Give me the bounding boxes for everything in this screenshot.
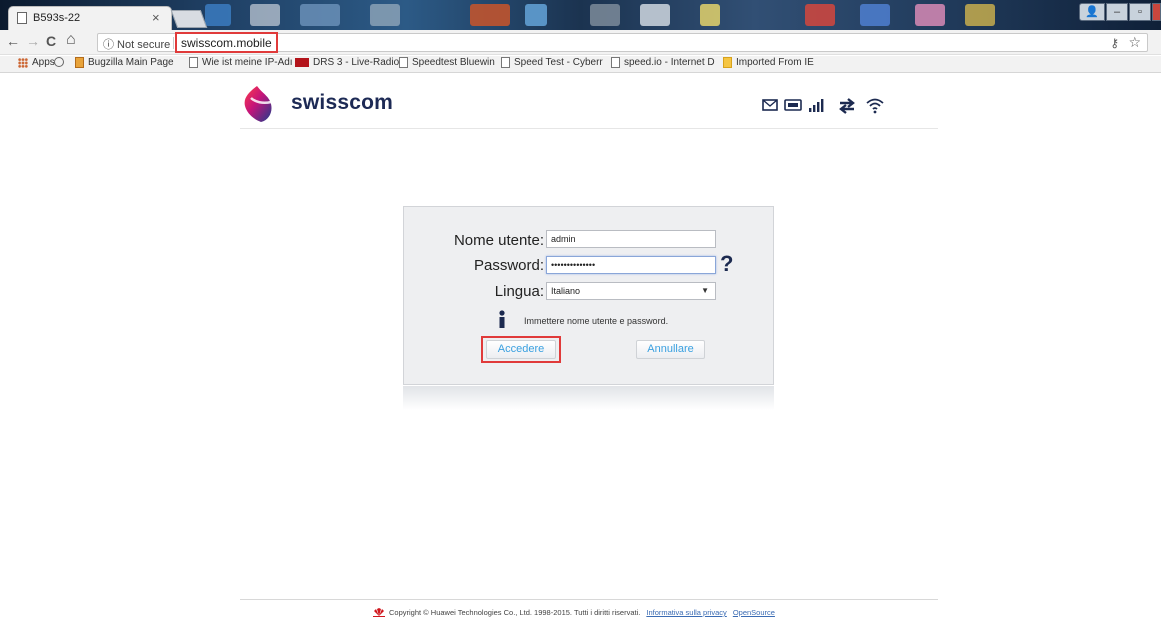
huawei-logo-icon <box>373 608 385 617</box>
bookmark-label: Speed Test - Cyberr <box>514 57 603 68</box>
bookmark-label: Apps <box>32 57 55 68</box>
swisscom-logo-icon <box>244 86 272 122</box>
opensource-link[interactable]: OpenSource <box>733 608 775 617</box>
taskbar-decoration <box>470 4 510 26</box>
language-value: Italiano <box>551 286 581 296</box>
bookmark-history[interactable] <box>54 57 68 67</box>
page-icon <box>611 57 620 68</box>
bookmark-label: DRS 3 - Live-Radio <box>313 57 400 68</box>
reload-icon[interactable]: C <box>46 33 56 49</box>
history-icon <box>54 57 64 67</box>
signal-icon <box>809 99 824 112</box>
address-bar[interactable]: ⓘ Not secure swisscom.mobile ⚷ ☆ <box>97 32 1148 53</box>
forward-icon[interactable]: → <box>26 33 40 49</box>
usb-icon <box>784 99 802 111</box>
language-select[interactable]: Italiano ▼ <box>546 282 716 300</box>
taskbar-decoration <box>805 4 835 26</box>
tab-title: B593s-22 <box>33 12 81 24</box>
swisscom-logo: swisscom <box>241 84 393 124</box>
bookmark-ip[interactable]: Wie ist meine IP-Adı <box>189 57 293 68</box>
apps-grid-icon <box>18 57 28 68</box>
panel-shadow <box>403 386 774 410</box>
folder-icon <box>723 57 732 68</box>
new-tab-button[interactable] <box>170 10 208 28</box>
mail-icon[interactable] <box>762 98 778 112</box>
privacy-link[interactable]: Informativa sulla privacy <box>646 608 726 617</box>
bookmark-label: Imported From IE <box>736 57 814 68</box>
window-titlebar: B593s-22 × 👤 – ▫ <box>0 0 1161 30</box>
password-label: Password: <box>473 257 544 274</box>
copyright-text: Copyright © Huawei Technologies Co., Ltd… <box>389 608 641 617</box>
chevron-down-icon: ▼ <box>701 286 709 295</box>
taskbar-decoration <box>370 4 400 26</box>
taskbar-decoration <box>915 4 945 26</box>
taskbar-decoration <box>525 4 547 26</box>
minimize-button[interactable]: – <box>1106 3 1128 21</box>
footer-divider <box>240 599 938 600</box>
url-text[interactable]: swisscom.mobile <box>175 32 278 53</box>
header-divider <box>240 128 938 129</box>
taskbar-decoration <box>590 4 620 26</box>
bookmark-bugzilla[interactable]: Bugzilla Main Page <box>75 57 174 68</box>
taskbar-decoration <box>300 4 340 26</box>
brand-name: swisscom <box>291 91 393 114</box>
cancel-button[interactable]: Annullare <box>636 340 705 359</box>
taskbar-decoration <box>640 4 670 26</box>
help-icon[interactable]: ? <box>720 251 733 277</box>
login-panel: Nome utente: admin Password: •••••••••••… <box>403 206 774 385</box>
bookmark-speed-io[interactable]: speed.io - Internet D <box>611 57 715 68</box>
page-icon <box>399 57 408 68</box>
srf-icon <box>295 58 309 67</box>
bookmark-apps[interactable]: Apps <box>18 57 55 68</box>
close-window-button[interactable] <box>1152 3 1161 21</box>
taskbar-decoration <box>205 4 231 26</box>
password-input[interactable]: •••••••••••••• <box>546 256 716 274</box>
page-icon <box>189 57 198 68</box>
bookmarks-bar: Apps Bugzilla Main Page Wie ist meine IP… <box>0 56 1161 73</box>
maximize-button[interactable]: ▫ <box>1129 3 1151 21</box>
language-label: Lingua: <box>494 283 544 300</box>
not-secure-indicator[interactable]: ⓘ Not secure <box>103 36 170 52</box>
page-icon <box>17 12 27 24</box>
divider <box>173 37 174 49</box>
taskbar-decoration <box>250 4 280 26</box>
bookmark-label: Bugzilla Main Page <box>88 57 174 68</box>
data-transfer-icon <box>839 98 855 114</box>
bookmark-label: speed.io - Internet D <box>624 57 715 68</box>
key-icon[interactable]: ⚷ <box>1110 36 1119 50</box>
close-tab-icon[interactable]: × <box>152 10 160 25</box>
bookmark-speed-test-cyber[interactable]: Speed Test - Cyberr <box>501 57 603 68</box>
browser-toolbar: ← → C ⌂ ⓘ Not secure swisscom.mobile ⚷ ☆ <box>0 30 1161 55</box>
home-icon[interactable]: ⌂ <box>66 31 76 49</box>
bookmark-label: Wie ist meine IP-Adı <box>202 57 293 68</box>
bugzilla-icon <box>75 57 84 68</box>
bookmark-imported-ie[interactable]: Imported From IE <box>723 57 814 68</box>
bookmark-drs3[interactable]: DRS 3 - Live-Radio <box>295 57 399 68</box>
profile-icon[interactable]: 👤 <box>1079 3 1105 21</box>
taskbar-decoration <box>700 4 720 26</box>
info-icon <box>499 310 505 328</box>
bookmark-label: Speedtest Bluewin <box>412 57 495 68</box>
taskbar-decoration <box>860 4 890 26</box>
footer: Copyright © Huawei Technologies Co., Ltd… <box>373 608 775 617</box>
page-icon <box>501 57 510 68</box>
info-message: Immettere nome utente e password. <box>524 316 669 326</box>
login-button[interactable]: Accedere <box>486 340 556 359</box>
bookmark-speedtest-bluewin[interactable]: Speedtest Bluewin <box>399 57 495 68</box>
taskbar-decoration <box>965 4 995 26</box>
bookmark-star-icon[interactable]: ☆ <box>1128 34 1141 51</box>
browser-tab[interactable]: B593s-22 × <box>8 6 172 30</box>
username-label: Nome utente: <box>453 232 544 249</box>
wifi-icon <box>866 98 884 114</box>
username-input[interactable]: admin <box>546 230 716 248</box>
back-icon[interactable]: ← <box>6 33 20 49</box>
